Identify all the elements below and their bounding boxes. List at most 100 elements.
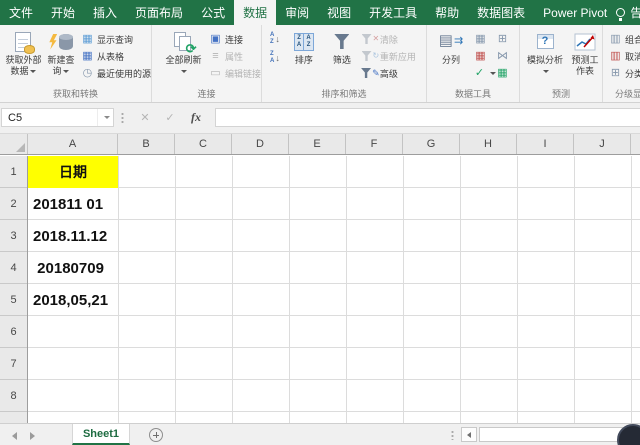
forecast-sheet-button[interactable]: 预测工作表 bbox=[568, 28, 602, 78]
filter-label: 筛选 bbox=[333, 55, 351, 66]
row-header-1[interactable]: 1 bbox=[0, 156, 27, 188]
row-header-9[interactable]: 9 bbox=[0, 412, 27, 423]
group-label-get-transform: 获取和转换 bbox=[0, 87, 151, 100]
menu-tab-formulas[interactable]: 公式 bbox=[192, 0, 234, 25]
dropdown-caret-icon bbox=[30, 70, 36, 73]
hscroll-track[interactable] bbox=[479, 427, 631, 442]
formula-bar-splitter[interactable] bbox=[121, 112, 124, 123]
new-query-button[interactable]: 新建查询 bbox=[44, 28, 78, 78]
advanced-filter-button[interactable]: ✎ 高级 bbox=[364, 65, 416, 81]
cell-a3[interactable]: 2018.11.12 bbox=[28, 220, 118, 252]
cancel-button[interactable]: ✕ bbox=[135, 108, 155, 127]
row-header-8[interactable]: 8 bbox=[0, 380, 27, 412]
menu-tab-insert[interactable]: 插入 bbox=[84, 0, 126, 25]
menu-tab-help[interactable]: 帮助 bbox=[426, 0, 468, 25]
sheet-grid[interactable]: 日期 201811 01 2018.11.12 20180709 2018,05… bbox=[28, 156, 640, 423]
tab-scroll-splitter[interactable] bbox=[451, 430, 454, 440]
column-header-f[interactable]: F bbox=[346, 134, 403, 154]
connections-button[interactable]: ▣ 连接 bbox=[209, 31, 261, 47]
menu-tab-page-layout[interactable]: 页面布局 bbox=[126, 0, 192, 25]
cell-a5[interactable]: 2018,05,21 bbox=[28, 284, 118, 316]
name-box-dropdown[interactable] bbox=[97, 109, 113, 126]
cell-a1[interactable]: 日期 bbox=[28, 156, 118, 188]
row-header-2[interactable]: 2 bbox=[0, 188, 27, 220]
sort-descending-button[interactable]: ZA ↓ bbox=[270, 50, 280, 65]
subtotal-icon: ⊞ bbox=[609, 67, 622, 80]
sort-descending-icon: ↓ bbox=[275, 53, 280, 63]
row-header-5[interactable]: 5 bbox=[0, 284, 27, 316]
properties-icon: ≡ bbox=[209, 50, 222, 63]
formula-input[interactable] bbox=[215, 108, 640, 127]
text-to-columns-button[interactable]: ▤⇉ 分列 bbox=[433, 28, 469, 66]
from-table-button[interactable]: ▦ 从表格 bbox=[81, 48, 151, 64]
hscroll-left-button[interactable] bbox=[461, 427, 477, 442]
subtotal-button[interactable]: ⊞ 分类汇总 bbox=[609, 65, 640, 81]
menu-tab-data-chart[interactable]: 数据图表 bbox=[468, 0, 534, 25]
cell-a4[interactable]: 20180709 bbox=[28, 252, 118, 284]
column-header-e[interactable]: E bbox=[289, 134, 346, 154]
group-label-outline: 分级显示 bbox=[603, 87, 640, 100]
column-header-h[interactable]: H bbox=[460, 134, 517, 154]
recent-sources-button[interactable]: ◷ 最近使用的源 bbox=[81, 65, 151, 81]
column-header-b[interactable]: B bbox=[118, 134, 175, 154]
forecast-sheet-label: 预测工作表 bbox=[568, 55, 602, 78]
menu-tab-review[interactable]: 审阅 bbox=[276, 0, 318, 25]
row-header-7[interactable]: 7 bbox=[0, 348, 27, 380]
data-validation-button[interactable]: ✓ bbox=[474, 65, 496, 81]
properties-button-disabled: ≡ 属性 bbox=[209, 48, 261, 64]
tell-me-box[interactable]: 告诉我 bbox=[616, 0, 640, 25]
column-header-partial[interactable] bbox=[631, 134, 640, 154]
refresh-all-icon: ⟳ bbox=[174, 28, 192, 55]
column-header-c[interactable]: C bbox=[175, 134, 232, 154]
remove-duplicates-button[interactable]: ▦ bbox=[474, 48, 496, 64]
column-header-j[interactable]: J bbox=[574, 134, 631, 154]
column-header-i[interactable]: I bbox=[517, 134, 574, 154]
what-if-analysis-button[interactable]: ? 模拟分析 bbox=[525, 28, 565, 78]
group-label-data-tools: 数据工具 bbox=[427, 87, 519, 100]
sheet-nav-left-icon[interactable] bbox=[12, 432, 17, 440]
menu-tab-developer[interactable]: 开发工具 bbox=[360, 0, 426, 25]
flash-fill-button[interactable]: ▦ bbox=[474, 31, 496, 47]
sort-button[interactable]: ZA AZ 排序 bbox=[288, 28, 320, 66]
menu-tab-file[interactable]: 文件 bbox=[0, 0, 42, 25]
row-header-3[interactable]: 3 bbox=[0, 220, 27, 252]
row-header-6[interactable]: 6 bbox=[0, 316, 27, 348]
column-header-a[interactable]: A bbox=[28, 134, 118, 154]
add-sheet-button[interactable] bbox=[149, 428, 163, 442]
from-table-label: 从表格 bbox=[97, 50, 124, 63]
relationships-button[interactable]: ⋈ bbox=[496, 48, 518, 64]
formula-bar: C5 ✕ ✓ fx bbox=[0, 103, 640, 133]
excel-window: 文件 开始 插入 页面布局 公式 数据 审阅 视图 开发工具 帮助 数据图表 P… bbox=[0, 0, 640, 445]
menu-tab-home[interactable]: 开始 bbox=[42, 0, 84, 25]
enter-button[interactable]: ✓ bbox=[160, 108, 180, 127]
group-button[interactable]: ▥ 组合 bbox=[609, 31, 640, 47]
show-queries-button[interactable]: ▦ 显示查询 bbox=[81, 31, 151, 47]
name-box[interactable]: C5 bbox=[1, 108, 114, 127]
cell-a2[interactable]: 201811 01 bbox=[28, 188, 118, 220]
filter-button[interactable]: 筛选 bbox=[326, 28, 358, 66]
group-label-connections: 连接 bbox=[152, 87, 261, 100]
column-header-g[interactable]: G bbox=[403, 134, 460, 154]
select-all-corner[interactable] bbox=[0, 134, 28, 154]
edit-links-label: 编辑链接 bbox=[225, 67, 261, 80]
insert-function-button[interactable]: fx bbox=[186, 108, 206, 127]
ungroup-button[interactable]: ▥ 取消组合 bbox=[609, 48, 640, 64]
column-header-d[interactable]: D bbox=[232, 134, 289, 154]
get-external-data-button[interactable]: 获取外部数据 bbox=[3, 28, 44, 78]
gridline bbox=[346, 156, 347, 423]
group-label-sort-filter: 排序和筛选 bbox=[262, 87, 426, 100]
menu-tab-power-pivot[interactable]: Power Pivot bbox=[534, 0, 616, 25]
consolidate-button[interactable]: ⊞ bbox=[496, 31, 518, 47]
left-arrow-icon bbox=[467, 432, 471, 438]
filter-funnel-icon bbox=[334, 28, 349, 55]
what-if-analysis-label: 模拟分析 bbox=[527, 55, 563, 65]
row-header-4[interactable]: 4 bbox=[0, 252, 27, 284]
manage-data-model-button[interactable]: ▦ bbox=[496, 65, 518, 81]
sheet-nav-right-icon[interactable] bbox=[30, 432, 35, 440]
gridline bbox=[574, 156, 575, 423]
menu-tab-data-active[interactable]: 数据 bbox=[234, 0, 276, 25]
sort-ascending-button[interactable]: AZ ↓ bbox=[270, 31, 280, 46]
menu-tab-view[interactable]: 视图 bbox=[318, 0, 360, 25]
refresh-all-button[interactable]: ⟳ 全部刷新 bbox=[162, 28, 205, 78]
sheet-tab-sheet1[interactable]: Sheet1 bbox=[72, 424, 130, 445]
